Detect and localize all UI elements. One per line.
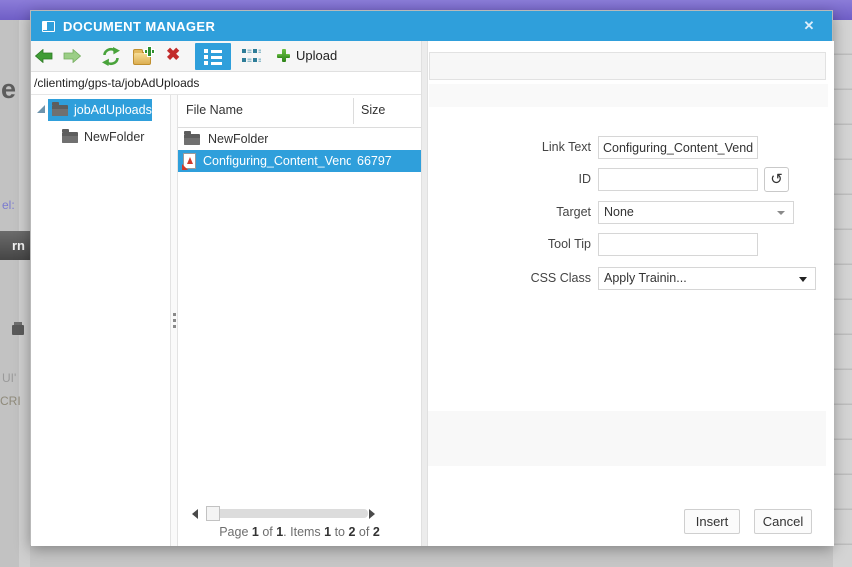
- column-header-size[interactable]: Size: [361, 103, 385, 117]
- upload-label: Upload: [296, 48, 338, 63]
- file-name: Configuring_Content_Vendo: [203, 154, 351, 168]
- id-refresh-button[interactable]: ↺: [764, 167, 789, 192]
- scroll-right-icon[interactable]: [369, 509, 375, 519]
- refresh-circle-icon: ↺: [770, 171, 783, 188]
- background-text-fragment: UI': [2, 371, 17, 385]
- file-row-newfolder[interactable]: NewFolder: [178, 128, 421, 150]
- properties-header-strip: [429, 52, 826, 80]
- link-text-label: Link Text: [541, 140, 591, 154]
- back-arrow-icon: [35, 49, 53, 63]
- tooltip-label: Tool Tip: [547, 237, 591, 251]
- cancel-button[interactable]: Cancel: [754, 509, 812, 534]
- background-table-rows: [833, 20, 852, 567]
- tooltip-row: Tool Tip: [428, 233, 834, 256]
- column-header-filename[interactable]: File Name: [186, 103, 243, 117]
- id-row: ID ↺: [428, 167, 834, 192]
- forward-arrow-icon: [63, 49, 81, 63]
- css-class-dropdown[interactable]: Apply Trainin...: [598, 267, 816, 290]
- folder-icon: [52, 101, 68, 116]
- id-input[interactable]: [598, 168, 758, 191]
- pager-text: of: [355, 525, 373, 539]
- back-button[interactable]: [35, 49, 53, 63]
- pager-text: of: [258, 525, 277, 539]
- pager-text: . Items: [283, 525, 325, 539]
- background-page-left: e el: UI' CRI: [0, 20, 30, 567]
- background-text-fragment: e: [1, 74, 17, 104]
- properties-pane: Link Text ID ↺ Target None Tool Tip: [428, 41, 834, 546]
- refresh-button[interactable]: [101, 47, 121, 66]
- delete-x-icon: ✖: [166, 45, 181, 64]
- file-list: File Name Size NewFolder Configuring_Con…: [178, 95, 421, 546]
- properties-footer-strip: [428, 411, 826, 466]
- refresh-icon: [102, 47, 120, 66]
- upload-button[interactable]: Upload: [277, 48, 337, 63]
- scroll-left-icon[interactable]: [192, 509, 198, 519]
- breadcrumb-path: /clientimg/gps-ta/jobAdUploads: [31, 72, 421, 95]
- pager-text: Page: [219, 525, 252, 539]
- file-row-selected-pdf[interactable]: Configuring_Content_Vendo 66797: [178, 150, 421, 172]
- background-button-fragment: rn: [0, 231, 30, 260]
- background-printer-icon: [12, 322, 24, 335]
- tree-node-label: jobAdUploads: [74, 103, 152, 117]
- scrollbar-track[interactable]: [206, 509, 368, 518]
- pager-text: to: [331, 525, 349, 539]
- horizontal-scrollbar: [178, 505, 421, 523]
- plus-badge-icon: [145, 47, 154, 56]
- target-selected-value: None: [604, 205, 634, 219]
- close-icon[interactable]: ✕: [800, 17, 818, 35]
- pager-status: Page 1 of 1. Items 1 to 2 of 2: [178, 525, 421, 539]
- chevron-down-icon: [799, 277, 807, 282]
- link-text-input[interactable]: [598, 136, 758, 159]
- target-dropdown[interactable]: None: [598, 201, 794, 224]
- grid-view-button[interactable]: [242, 48, 261, 64]
- css-class-row: CSS Class Apply Trainin...: [428, 267, 834, 290]
- new-folder-icon: [133, 47, 154, 65]
- link-text-row: Link Text: [428, 136, 834, 159]
- pane-splitter[interactable]: [170, 95, 178, 546]
- background-text-fragment: CRI: [0, 394, 21, 408]
- toolbar: ✖ Upload: [31, 41, 421, 72]
- target-row: Target None: [428, 201, 834, 224]
- target-label: Target: [556, 205, 591, 219]
- column-divider: [353, 98, 354, 124]
- file-name: NewFolder: [208, 132, 269, 146]
- css-class-label: CSS Class: [530, 271, 591, 285]
- panel-divider: [421, 41, 428, 546]
- id-label: ID: [578, 172, 592, 186]
- dialog-titlebar[interactable]: DOCUMENT MANAGER ✕: [31, 11, 832, 41]
- folder-tree: jobAdUploads NewFolder: [31, 95, 170, 546]
- screen: e el: UI' CRI rn DOCUMENT MANAGER ✕ ✖ Up…: [0, 0, 852, 567]
- scrollbar-thumb[interactable]: [206, 506, 220, 521]
- folder-icon: [184, 130, 200, 145]
- pager-number: 2: [372, 525, 380, 539]
- css-class-selected-value: Apply Trainin...: [604, 271, 687, 285]
- list-view-button[interactable]: [195, 43, 231, 70]
- splitter-grip-icon: [173, 313, 176, 331]
- chevron-down-icon: [777, 211, 785, 215]
- tree-node-jobadUploads[interactable]: jobAdUploads: [48, 99, 152, 121]
- file-size: 66797: [357, 154, 392, 168]
- pdf-file-icon: [182, 153, 196, 170]
- properties-subheader-strip: [429, 84, 828, 107]
- tree-expand-icon[interactable]: [37, 105, 45, 113]
- document-manager-dialog: DOCUMENT MANAGER ✕ ✖ Upload /clientimg/g…: [30, 10, 834, 546]
- upload-plus-icon: [277, 49, 290, 62]
- forward-button[interactable]: [63, 49, 81, 63]
- folder-icon: [62, 128, 78, 143]
- tree-node-label: NewFolder: [84, 130, 145, 144]
- grid-view-icon: [242, 49, 261, 62]
- list-view-icon: [204, 49, 222, 65]
- delete-button[interactable]: ✖: [166, 45, 180, 65]
- file-list-header: File Name Size: [178, 95, 421, 128]
- new-folder-button[interactable]: [131, 47, 154, 66]
- background-link-fragment: el:: [2, 198, 15, 212]
- pager-number: 1: [251, 525, 259, 539]
- window-icon: [42, 20, 55, 32]
- dialog-title: DOCUMENT MANAGER: [63, 18, 216, 34]
- tooltip-input[interactable]: [598, 233, 758, 256]
- insert-button[interactable]: Insert: [684, 509, 740, 534]
- tree-node-newfolder[interactable]: NewFolder: [62, 127, 144, 147]
